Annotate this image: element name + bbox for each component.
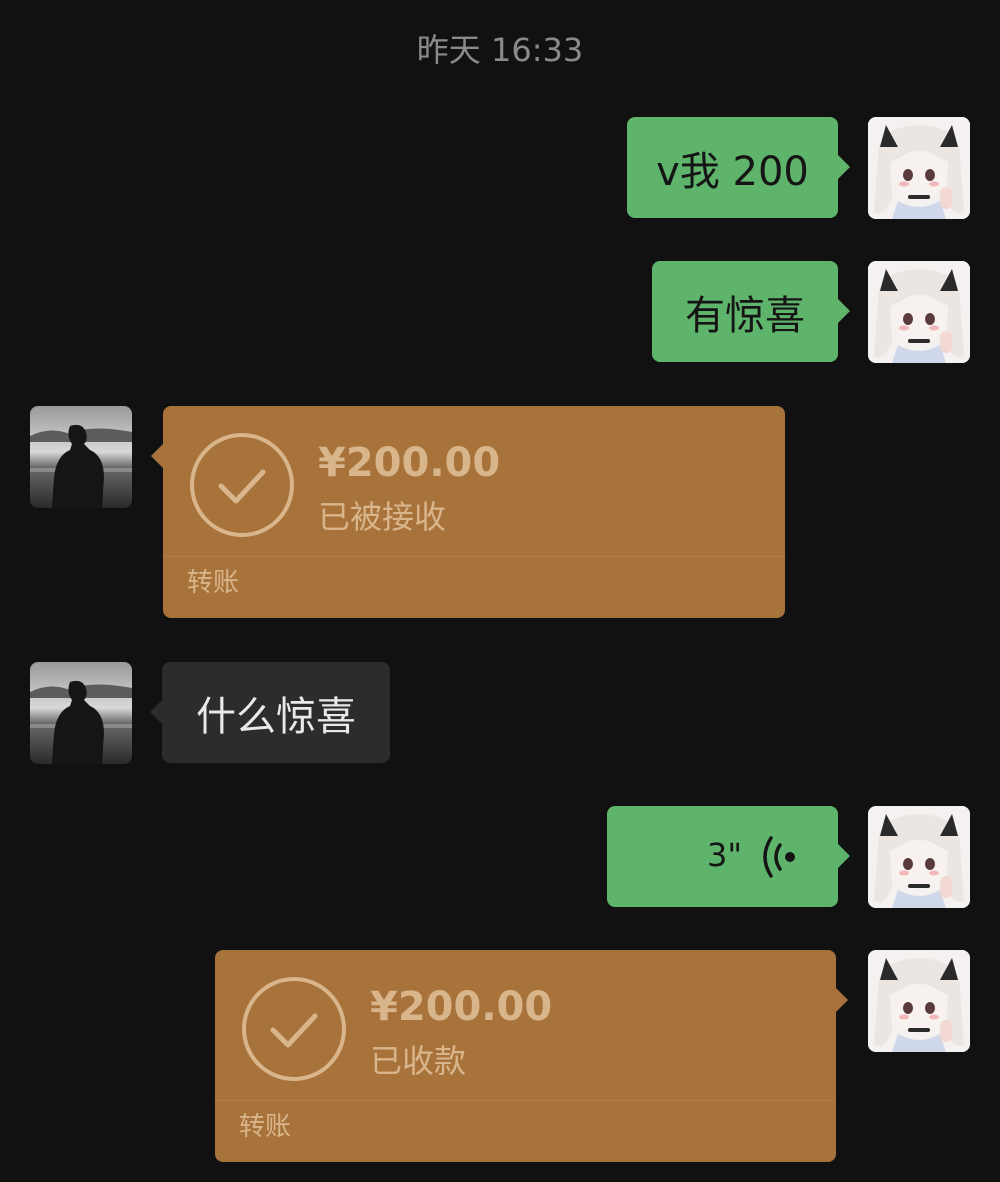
check-circle-icon	[189, 432, 295, 538]
voice-wave-icon	[760, 835, 800, 879]
anime-girl-avatar[interactable]	[868, 806, 970, 908]
anime-girl-avatar[interactable]	[868, 117, 970, 219]
transfer-bubble[interactable]: ¥200.00 已收款 转账	[215, 950, 848, 1162]
transfer-amount: ¥200.00	[318, 440, 501, 486]
sent-text-bubble[interactable]: v我 200	[627, 117, 850, 218]
received-text-bubble[interactable]: 什么惊喜	[150, 662, 390, 763]
message-text: 有惊喜	[685, 292, 805, 339]
sent-text-bubble[interactable]: 有惊喜	[652, 261, 850, 362]
silhouette-man-avatar[interactable]	[30, 662, 132, 764]
voice-message-bubble[interactable]: 3"	[607, 806, 850, 907]
chat-timestamp: 昨天 16:33	[416, 31, 584, 69]
transfer-status: 已被接收	[318, 498, 447, 536]
transfer-divider	[163, 556, 785, 557]
check-circle-icon	[241, 976, 347, 1082]
anime-girl-avatar[interactable]	[868, 261, 970, 363]
message-text: v我 200	[656, 148, 809, 195]
voice-duration: 3"	[707, 836, 743, 874]
silhouette-man-avatar[interactable]	[30, 406, 132, 508]
transfer-divider	[215, 1100, 836, 1101]
anime-girl-avatar[interactable]	[868, 950, 970, 1052]
transfer-status: 已收款	[370, 1042, 467, 1080]
message-text: 什么惊喜	[196, 693, 356, 740]
transfer-bubble[interactable]: ¥200.00 已被接收 转账	[151, 406, 785, 618]
transfer-label: 转账	[239, 1112, 292, 1142]
transfer-amount: ¥200.00	[370, 984, 553, 1030]
transfer-label: 转账	[187, 568, 240, 598]
